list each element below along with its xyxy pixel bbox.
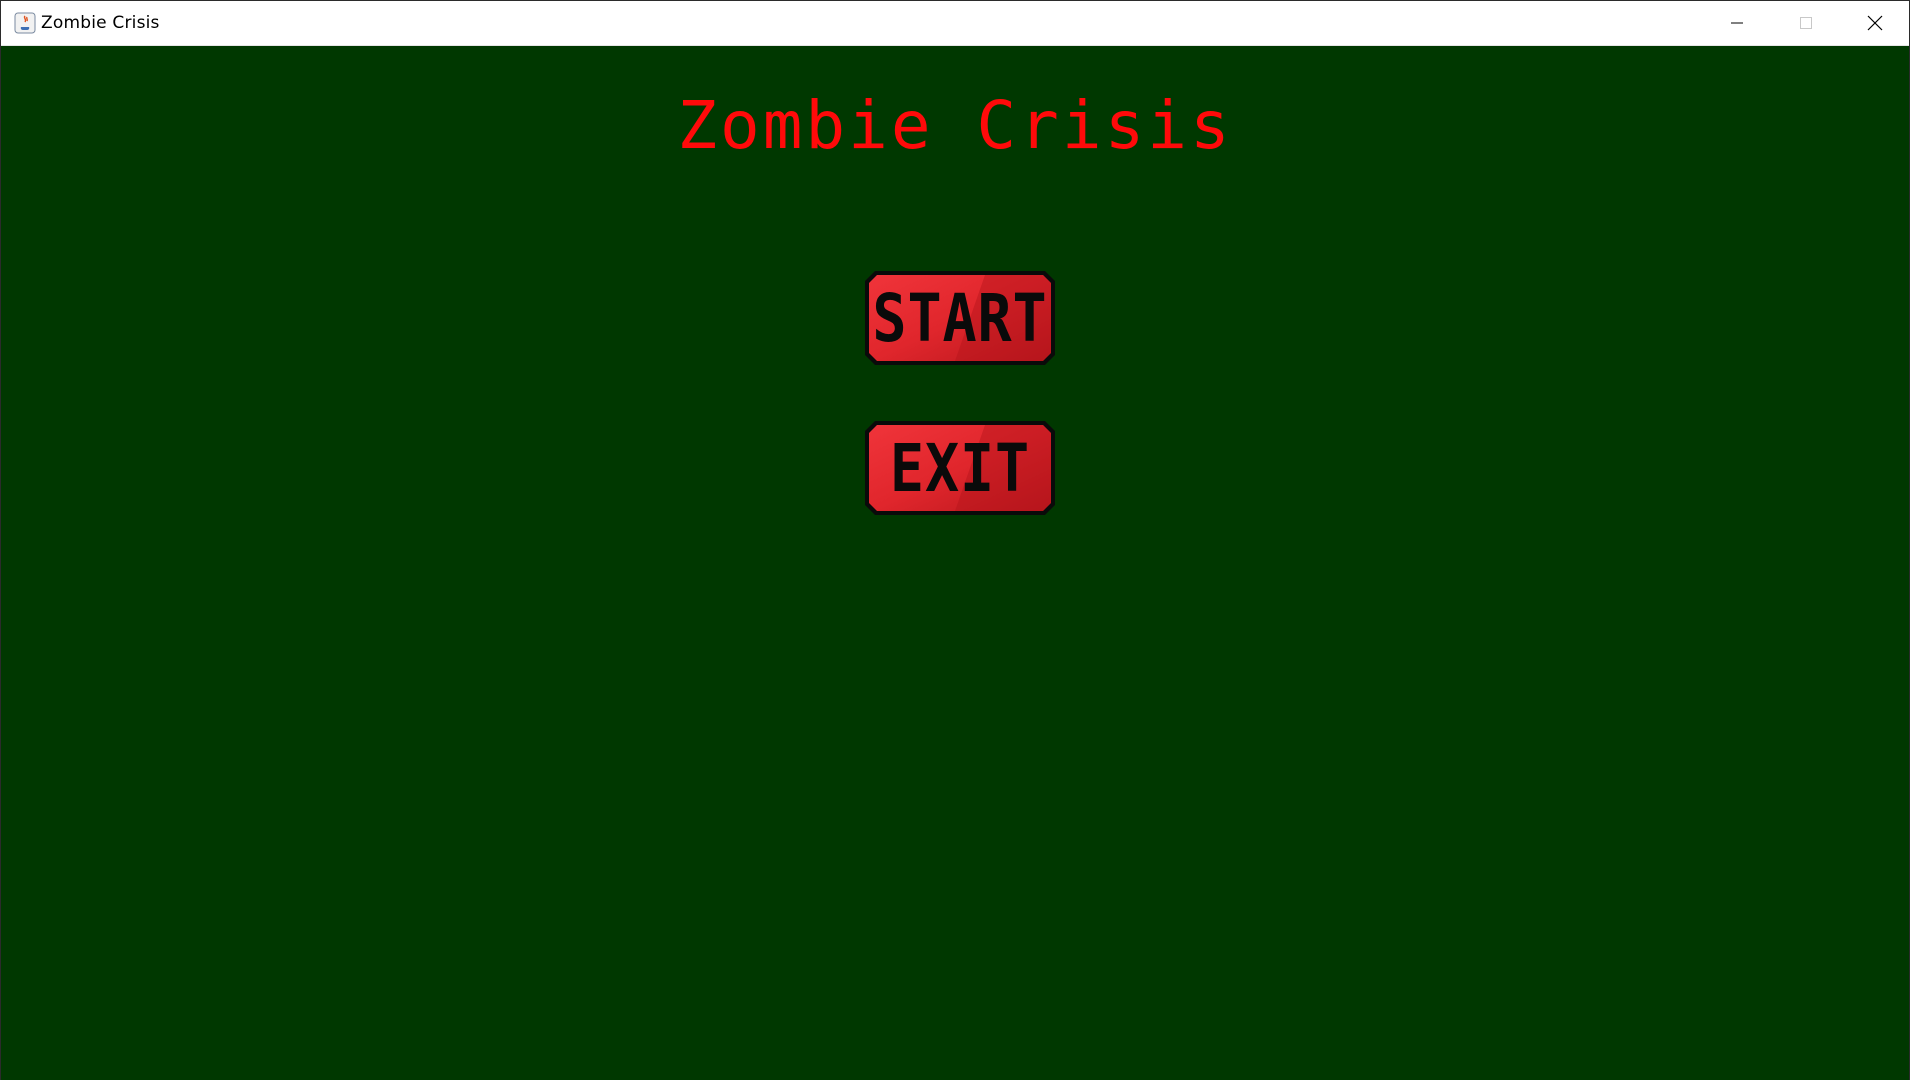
start-button-label: START: [872, 279, 1048, 357]
maximize-icon: [1799, 17, 1812, 29]
minimize-button[interactable]: [1702, 1, 1771, 45]
java-app-icon[interactable]: [12, 10, 38, 36]
maximize-button[interactable]: [1771, 1, 1840, 45]
minimize-icon: [1730, 22, 1743, 24]
exit-button-label: EXIT: [889, 429, 1031, 507]
start-button[interactable]: START: [865, 271, 1055, 365]
game-canvas[interactable]: Zombie Crisis START EXIT: [1, 46, 1909, 1080]
window-controls: [1702, 1, 1909, 45]
exit-button[interactable]: EXIT: [865, 421, 1055, 515]
window-titlebar[interactable]: Zombie Crisis: [1, 1, 1909, 46]
game-window: Zombie Crisis Zombie Crisis START EXIT: [0, 0, 1910, 1080]
game-title: Zombie Crisis: [677, 87, 1233, 164]
close-icon: [1867, 15, 1882, 31]
close-button[interactable]: [1840, 1, 1909, 45]
window-title: Zombie Crisis: [41, 13, 160, 33]
